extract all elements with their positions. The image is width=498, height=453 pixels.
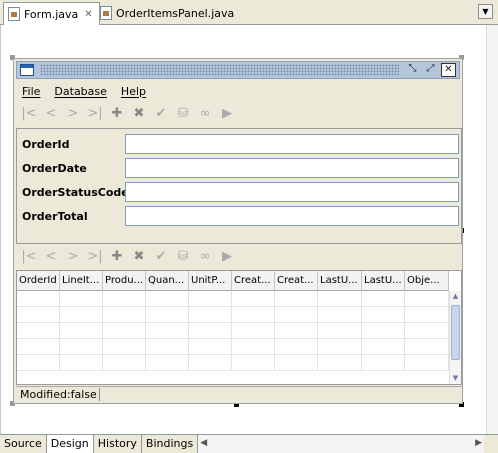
detail-navigation-toolbar: |< < > >| ✚ ✖ ✔ ⛁ ∞ ▶ — [18, 246, 238, 268]
next-record-icon[interactable]: > — [62, 105, 84, 123]
scroll-right-icon[interactable]: ▶ — [475, 438, 482, 448]
column-header[interactable]: Creat... — [275, 271, 318, 291]
scroll-thumb[interactable] — [451, 305, 460, 360]
orderstatuscode-field[interactable] — [125, 182, 459, 202]
first-record-icon[interactable]: |< — [18, 248, 40, 266]
column-header[interactable]: Obje... — [405, 271, 449, 291]
insert-record-icon[interactable]: ✚ — [106, 105, 128, 123]
field-label: OrderId — [22, 138, 70, 151]
last-record-icon[interactable]: >| — [84, 248, 106, 266]
canvas-vertical-scrollbar[interactable] — [486, 25, 498, 434]
maximize-icon[interactable]: ⤢ — [423, 63, 438, 77]
delete-record-icon[interactable]: ✖ — [128, 248, 150, 266]
grid-vertical-scrollbar[interactable]: ▲ ▼ — [449, 291, 461, 384]
commit-icon[interactable]: ✔ — [150, 248, 172, 266]
column-header[interactable]: UnitP... — [189, 271, 232, 291]
field-row-orderdate: OrderDate — [21, 158, 459, 180]
java-file-icon — [100, 6, 112, 20]
close-icon[interactable]: ✕ — [441, 63, 456, 77]
column-header[interactable]: LastU... — [318, 271, 362, 291]
rollback-icon[interactable]: ⛁ — [172, 105, 194, 123]
scroll-down-icon[interactable]: ▼ — [450, 373, 461, 384]
view-tab-strip: Source Design History Bindings ◀ ▶ — [0, 434, 498, 453]
first-record-icon[interactable]: |< — [18, 105, 40, 123]
table-row[interactable] — [17, 307, 449, 323]
field-label: OrderStatusCode — [22, 186, 129, 199]
tab-source[interactable]: Source — [0, 435, 47, 453]
title-bar-grip — [40, 64, 399, 76]
table-row[interactable] — [17, 323, 449, 339]
find-icon[interactable]: ∞ — [194, 248, 216, 266]
field-label: OrderDate — [22, 162, 87, 175]
grid-header: OrderId LineIt... Produ... Quan... UnitP… — [17, 271, 449, 291]
menu-help[interactable]: Help — [121, 85, 146, 98]
column-header[interactable]: LineIt... — [60, 271, 103, 291]
column-header[interactable]: OrderId — [17, 271, 60, 291]
form-frame[interactable]: ⤡ ⤢ ✕ File Database Help |< < > >| ✚ ✖ ✔… — [13, 58, 463, 404]
close-icon[interactable]: ✕ — [84, 9, 92, 20]
commit-icon[interactable]: ✔ — [150, 105, 172, 123]
insert-record-icon[interactable]: ✚ — [106, 248, 128, 266]
scrollbar-corner — [484, 435, 498, 453]
modified-status: Modified:false — [18, 388, 100, 401]
table-row[interactable] — [17, 355, 449, 371]
minimize-icon[interactable]: ⤡ — [405, 63, 420, 77]
field-label: OrderTotal — [22, 210, 88, 223]
record-navigation-toolbar: |< < > >| ✚ ✖ ✔ ⛁ ∞ ▶ — [18, 103, 238, 125]
execute-query-icon[interactable]: ▶ — [216, 105, 238, 123]
tab-history[interactable]: History — [94, 435, 142, 453]
previous-record-icon[interactable]: < — [40, 105, 62, 123]
frame-title-bar[interactable]: ⤡ ⤢ ✕ — [16, 61, 460, 79]
rollback-icon[interactable]: ⛁ — [172, 248, 194, 266]
column-header[interactable]: LastU... — [362, 271, 405, 291]
java-file-icon — [8, 7, 20, 21]
find-icon[interactable]: ∞ — [194, 105, 216, 123]
tab-design[interactable]: Design — [46, 435, 94, 453]
tab-bindings[interactable]: Bindings — [142, 435, 199, 453]
table-row[interactable] — [17, 291, 449, 307]
ordertotal-field[interactable] — [125, 206, 459, 226]
tab-orderitemspanel-java[interactable]: OrderItemsPanel.java — [96, 2, 240, 24]
tab-list-dropdown-icon[interactable]: ▼ — [478, 4, 493, 19]
tab-form-java[interactable]: Form.java ✕ — [3, 2, 100, 25]
tab-label: Form.java — [24, 7, 79, 21]
editor-tab-strip: Form.java ✕ OrderItemsPanel.java ▼ — [0, 0, 498, 25]
order-items-grid[interactable]: OrderId LineIt... Produ... Quan... UnitP… — [16, 270, 462, 385]
column-header[interactable]: Creat... — [232, 271, 275, 291]
scroll-up-icon[interactable]: ▲ — [450, 291, 461, 302]
status-bar: Modified:false — [16, 386, 462, 402]
menu-bar: File Database Help — [16, 82, 460, 100]
grid-body[interactable] — [17, 291, 449, 384]
tab-label: OrderItemsPanel.java — [116, 6, 235, 20]
execute-query-icon[interactable]: ▶ — [216, 248, 238, 266]
next-record-icon[interactable]: > — [62, 248, 84, 266]
scroll-left-icon[interactable]: ◀ — [200, 438, 207, 448]
field-row-orderid: OrderId — [21, 134, 459, 156]
master-record-panel: OrderId OrderDate OrderStatusCode OrderT… — [16, 128, 462, 244]
menu-database[interactable]: Database — [54, 85, 107, 98]
horizontal-scrollbar[interactable]: ◀ ▶ — [198, 435, 484, 453]
table-row[interactable] — [17, 339, 449, 355]
field-row-ordertotal: OrderTotal — [21, 206, 459, 228]
last-record-icon[interactable]: >| — [84, 105, 106, 123]
field-row-orderstatuscode: OrderStatusCode — [21, 182, 459, 204]
orderdate-field[interactable] — [125, 158, 459, 178]
menu-file[interactable]: File — [22, 85, 40, 98]
previous-record-icon[interactable]: < — [40, 248, 62, 266]
delete-record-icon[interactable]: ✖ — [128, 105, 150, 123]
orderid-field[interactable] — [125, 134, 459, 154]
window-icon — [20, 64, 34, 76]
column-header[interactable]: Quan... — [146, 271, 189, 291]
column-header[interactable]: Produ... — [103, 271, 146, 291]
